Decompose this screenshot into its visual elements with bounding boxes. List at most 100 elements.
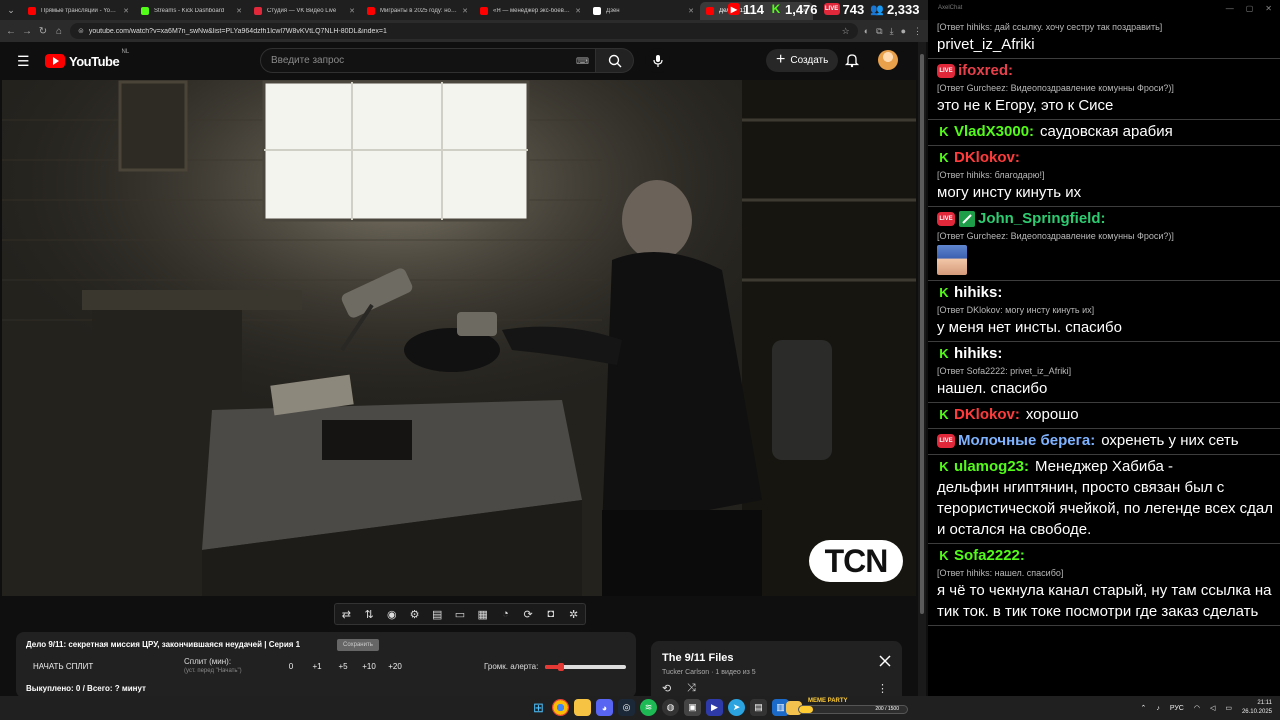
volume-icon[interactable]: ◁ (1210, 704, 1215, 712)
add-5-button[interactable]: +5 (330, 662, 356, 671)
more-options-icon[interactable]: ⋮ (877, 682, 888, 695)
speed-icon[interactable]: ◔ (496, 608, 514, 620)
save-button[interactable]: Сохранить (337, 639, 379, 651)
browser-tab[interactable]: Студия — VK Видео Live ✕ (248, 2, 361, 20)
tab-close-icon[interactable]: ✕ (462, 7, 468, 15)
search-input[interactable] (260, 48, 596, 73)
loop-icon[interactable]: ⇄ (337, 608, 355, 621)
browser-tab[interactable]: «Я — менеджер экс-боевика... ✕ (474, 2, 587, 20)
app-icon[interactable]: ▣ (684, 699, 701, 716)
forward-icon[interactable]: → (22, 26, 32, 37)
loop-playlist-icon[interactable]: ⟲ (662, 682, 671, 695)
tab-list-icon[interactable]: ⌄ (0, 0, 22, 20)
playlist-title[interactable]: The 9/11 Files (662, 652, 734, 664)
meme-party-widget[interactable]: 200 / 1500 MEME PARTY (786, 698, 910, 718)
tab-close-icon[interactable]: ✕ (688, 7, 694, 15)
chat-username[interactable]: hihiks: (954, 283, 1002, 303)
wifi-icon[interactable]: ◠ (1194, 704, 1200, 712)
back-icon[interactable]: ← (6, 26, 16, 37)
chrome-icon[interactable] (552, 699, 569, 716)
chat-username[interactable]: VladX3000: (954, 122, 1034, 142)
extension-icon[interactable]: ◐ (864, 26, 869, 37)
rotate-icon[interactable]: ⟳ (519, 608, 537, 621)
chat-panel: AxelChat — ▢ ✕ [Ответ hihiks: дай ссылку… (928, 0, 1280, 696)
reload-icon[interactable]: ↻ (38, 26, 48, 37)
maximize-icon[interactable]: ▢ (1246, 4, 1254, 13)
tab-close-icon[interactable]: ✕ (575, 7, 581, 15)
chat-username[interactable]: John_Springfield: (978, 209, 1106, 229)
discord-icon[interactable]: ◕ (596, 699, 613, 716)
split-values: 0 +1 +5 +10 +20 (278, 662, 408, 671)
folder-icon[interactable] (574, 699, 591, 716)
profile-icon[interactable]: ● (901, 26, 906, 37)
page-scrollbar[interactable] (918, 42, 926, 696)
browser-tab[interactable]: Дзен ✕ (587, 2, 700, 20)
clock[interactable]: 21:11 26.10.2025 (1242, 699, 1272, 717)
tab-close-icon[interactable]: ✕ (349, 7, 355, 15)
menu-dots-icon[interactable]: ⋮ (913, 26, 922, 37)
terminal-icon[interactable]: ▤ (750, 699, 767, 716)
playlist-icon[interactable]: ▤ (428, 608, 446, 621)
gear-icon[interactable]: ✲ (565, 608, 583, 621)
scrollbar-thumb[interactable] (920, 54, 924, 614)
youtube-logo[interactable]: YouTube NL (45, 49, 129, 69)
add-20-button[interactable]: +20 (382, 662, 408, 671)
close-icon[interactable] (879, 655, 891, 667)
notifications-bell-icon[interactable] (844, 52, 860, 68)
chat-username[interactable]: ulamog23: (954, 457, 1029, 477)
download-icon[interactable]: ⤓ (890, 26, 894, 37)
chat-username[interactable]: Sofa2222: (954, 546, 1025, 566)
chat-username[interactable]: DKlokov: (954, 148, 1020, 168)
url-field[interactable]: ⊜ youtube.com/watch?v=xa6M7n_swNw&list=P… (70, 23, 858, 39)
chat-username[interactable]: Молочные берега: (958, 431, 1095, 451)
subtitles-icon[interactable]: ▦ (474, 608, 492, 621)
chat-message-text: нашел. спасибо (937, 380, 1048, 397)
spotify-icon[interactable]: ≋ (640, 699, 657, 716)
screenshot-settings-icon[interactable]: ⚙ (406, 608, 424, 621)
total-viewers-count: 2,333 (886, 1, 920, 17)
bookmark-star-icon[interactable]: ☆ (842, 26, 850, 37)
stream-stats: ▶ 114 K 1,476 LIVE 743 👥 2,333 (728, 0, 928, 18)
browser-tab[interactable]: Мигранты в 2025 году: нов... ✕ (361, 2, 474, 20)
window-close-icon[interactable]: ✕ (1265, 4, 1272, 13)
obs-icon[interactable]: ◍ (662, 699, 679, 716)
battery-icon[interactable]: ▭ (1225, 704, 1232, 712)
camera-icon[interactable]: ◘ (542, 608, 560, 620)
search-button[interactable] (596, 48, 634, 73)
steam-icon[interactable]: ◎ (618, 699, 635, 716)
browser-tab[interactable]: Streams - Kick Dashboard ✕ (135, 2, 248, 20)
tab-close-icon[interactable]: ✕ (236, 7, 242, 15)
alert-volume-knob[interactable] (558, 663, 565, 671)
url-text: youtube.com/watch?v=xa6M7n_swNw&list=PLY… (88, 27, 387, 35)
voice-search-button[interactable] (645, 48, 670, 73)
shuffle-icon[interactable]: ⤨ (687, 682, 696, 695)
home-icon[interactable]: ⌂ (54, 26, 64, 37)
extensions-icon[interactable]: ⧉ (876, 26, 882, 37)
sort-icon[interactable]: ⇅ (360, 608, 378, 621)
picture-in-picture-icon[interactable]: ▭ (451, 608, 469, 621)
keyboard-icon[interactable]: ⌨ (576, 56, 589, 67)
mic-tray-icon[interactable]: ♪ (1156, 705, 1160, 712)
chat-username[interactable]: DKlokov: (954, 405, 1020, 425)
media-player-icon[interactable]: ▶ (706, 699, 723, 716)
add-1-button[interactable]: +1 (304, 662, 330, 671)
chat-username[interactable]: hihiks: (954, 344, 1002, 364)
create-button[interactable]: + Создать (766, 49, 839, 72)
start-icon[interactable]: ⊞ (530, 699, 547, 716)
chat-username[interactable]: ifoxred: (958, 61, 1013, 81)
telegram-icon[interactable]: ➤ (728, 699, 745, 716)
tab-close-icon[interactable]: ✕ (123, 7, 129, 15)
video-player[interactable]: TCN (2, 80, 916, 596)
alert-volume-slider[interactable] (545, 663, 626, 671)
audio-icon[interactable]: ◉ (383, 608, 401, 621)
minimize-icon[interactable]: — (1226, 4, 1234, 13)
chevron-up-icon[interactable]: ⌃ (1140, 704, 1146, 712)
start-split-button[interactable]: НАЧАТЬ СПЛИТ (33, 662, 93, 671)
site-info-icon[interactable]: ⊜ (78, 27, 84, 35)
menu-icon[interactable]: ☰ (17, 53, 31, 70)
language-indicator[interactable]: РУС (1170, 705, 1184, 712)
add-10-button[interactable]: +10 (356, 662, 382, 671)
browser-tab[interactable]: Прямые трансляции - YouTube ✕ (22, 2, 135, 20)
create-label: Создать (790, 55, 829, 66)
account-avatar[interactable] (878, 50, 898, 70)
